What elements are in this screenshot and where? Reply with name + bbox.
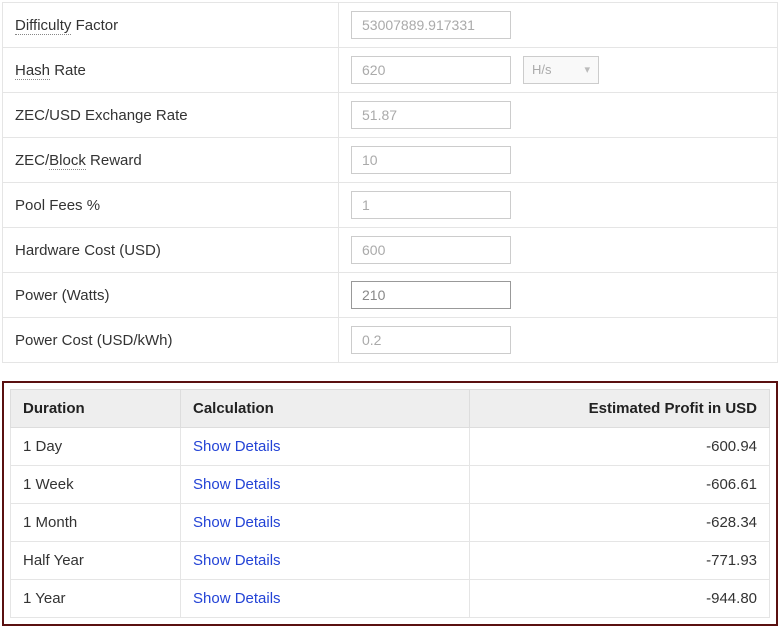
cell-duration: 1 Month <box>11 504 181 542</box>
form-input-cell: H/s <box>339 48 778 93</box>
cell-duration: 1 Year <box>11 580 181 618</box>
table-row: 1 Week Show Details -606.61 <box>11 466 770 504</box>
form-input-cell <box>339 273 778 318</box>
form-label: Hardware Cost (USD) <box>3 228 339 273</box>
form-label: Difficulty Factor <box>3 3 339 48</box>
cell-calculation: Show Details <box>181 428 470 466</box>
form-label: Hash Rate <box>3 48 339 93</box>
cell-profit: -628.34 <box>470 504 770 542</box>
cell-profit: -606.61 <box>470 466 770 504</box>
cell-profit: -600.94 <box>470 428 770 466</box>
show-details-link[interactable]: Show Details <box>193 552 281 569</box>
show-details-link[interactable]: Show Details <box>193 476 281 493</box>
results-table: Duration Calculation Estimated Profit in… <box>10 389 770 618</box>
form-row: Difficulty Factor <box>3 3 778 48</box>
results-panel: Duration Calculation Estimated Profit in… <box>2 381 778 626</box>
cell-calculation: Show Details <box>181 466 470 504</box>
cell-calculation: Show Details <box>181 542 470 580</box>
form-input[interactable] <box>351 11 511 39</box>
cell-duration: 1 Week <box>11 466 181 504</box>
show-details-link[interactable]: Show Details <box>193 590 281 607</box>
form-input-cell <box>339 3 778 48</box>
form-input-cell <box>339 318 778 363</box>
form-input[interactable] <box>351 326 511 354</box>
form-row: ZEC/Block Reward <box>3 138 778 183</box>
form-input[interactable] <box>351 56 511 84</box>
form-input[interactable] <box>351 236 511 264</box>
form-input[interactable] <box>351 191 511 219</box>
header-calculation: Calculation <box>181 390 470 428</box>
form-row: Power (Watts) <box>3 273 778 318</box>
table-row: 1 Year Show Details -944.80 <box>11 580 770 618</box>
form-input-cell <box>339 183 778 228</box>
form-input-cell <box>339 228 778 273</box>
header-profit: Estimated Profit in USD <box>470 390 770 428</box>
form-row: Power Cost (USD/kWh) <box>3 318 778 363</box>
table-row: 1 Day Show Details -600.94 <box>11 428 770 466</box>
form-label: Power Cost (USD/kWh) <box>3 318 339 363</box>
form-input[interactable] <box>351 281 511 309</box>
table-row: Half Year Show Details -771.93 <box>11 542 770 580</box>
form-input[interactable] <box>351 101 511 129</box>
form-label: ZEC/USD Exchange Rate <box>3 93 339 138</box>
form-input[interactable] <box>351 146 511 174</box>
table-row: 1 Month Show Details -628.34 <box>11 504 770 542</box>
form-input-cell <box>339 138 778 183</box>
form-row: ZEC/USD Exchange Rate <box>3 93 778 138</box>
cell-duration: Half Year <box>11 542 181 580</box>
header-duration: Duration <box>11 390 181 428</box>
show-details-link[interactable]: Show Details <box>193 438 281 455</box>
cell-calculation: Show Details <box>181 504 470 542</box>
form-label: ZEC/Block Reward <box>3 138 339 183</box>
form-label: Pool Fees % <box>3 183 339 228</box>
cell-profit: -944.80 <box>470 580 770 618</box>
form-label: Power (Watts) <box>3 273 339 318</box>
form-input-cell <box>339 93 778 138</box>
cell-calculation: Show Details <box>181 580 470 618</box>
form-row: Pool Fees % <box>3 183 778 228</box>
form-row: Hash Rate H/s <box>3 48 778 93</box>
show-details-link[interactable]: Show Details <box>193 514 281 531</box>
unit-select[interactable]: H/s <box>523 56 599 84</box>
cell-profit: -771.93 <box>470 542 770 580</box>
calculator-form: Difficulty FactorHash Rate H/s ZEC/USD Exc… <box>2 2 778 363</box>
form-row: Hardware Cost (USD) <box>3 228 778 273</box>
cell-duration: 1 Day <box>11 428 181 466</box>
